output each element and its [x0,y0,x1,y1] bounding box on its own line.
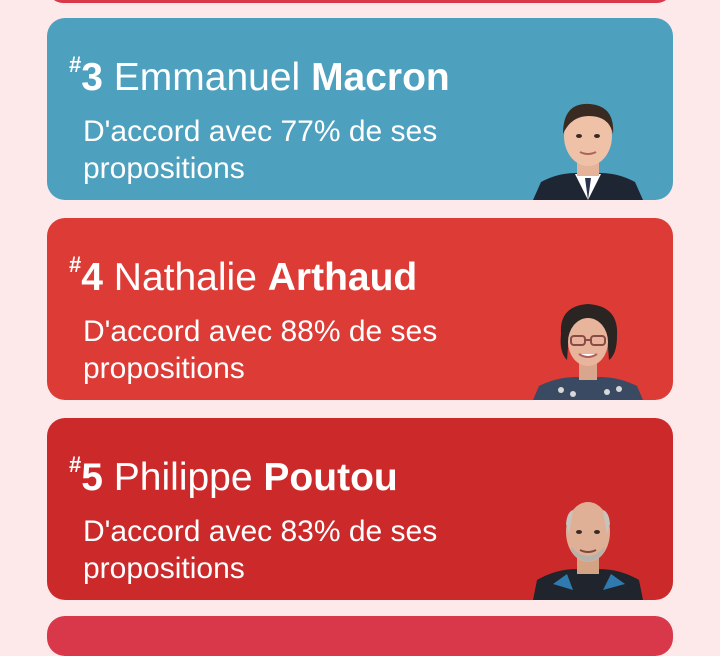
candidate-portrait-macron [533,103,643,200]
first-name: Nathalie [113,256,257,299]
rank-label: #3 [69,52,103,99]
rank-label: #5 [69,452,103,499]
last-name: Poutou [263,456,398,499]
agreement-text: D'accord avec 77% de ses propositions [83,115,438,185]
result-card-poutou[interactable]: #5 Philippe Poutou D'accord avec 83% de … [47,418,673,600]
candidate-portrait-poutou [533,502,643,600]
last-name: Macron [311,56,450,99]
first-name: Philippe [113,456,253,499]
rank-label: #4 [69,252,103,299]
next-result-card[interactable] [47,616,673,656]
first-name: Emmanuel [113,56,301,99]
agreement-text: D'accord avec 83% de ses propositions [83,515,438,585]
result-card-arthaud[interactable]: #4 Nathalie Arthaud D'accord avec 88% de… [47,218,673,400]
last-name: Arthaud [267,256,418,299]
previous-result-card[interactable] [47,0,673,3]
candidate-portrait-arthaud [533,304,643,400]
candidate-title: #4 Nathalie Arthaud [69,240,417,307]
candidate-title: #5 Philippe Poutou [69,440,398,507]
agreement-text: D'accord avec 88% de ses propositions [83,315,438,385]
result-card-macron[interactable]: #3 Emmanuel Macron D'accord avec 77% de … [47,18,673,200]
candidate-title: #3 Emmanuel Macron [69,40,450,107]
